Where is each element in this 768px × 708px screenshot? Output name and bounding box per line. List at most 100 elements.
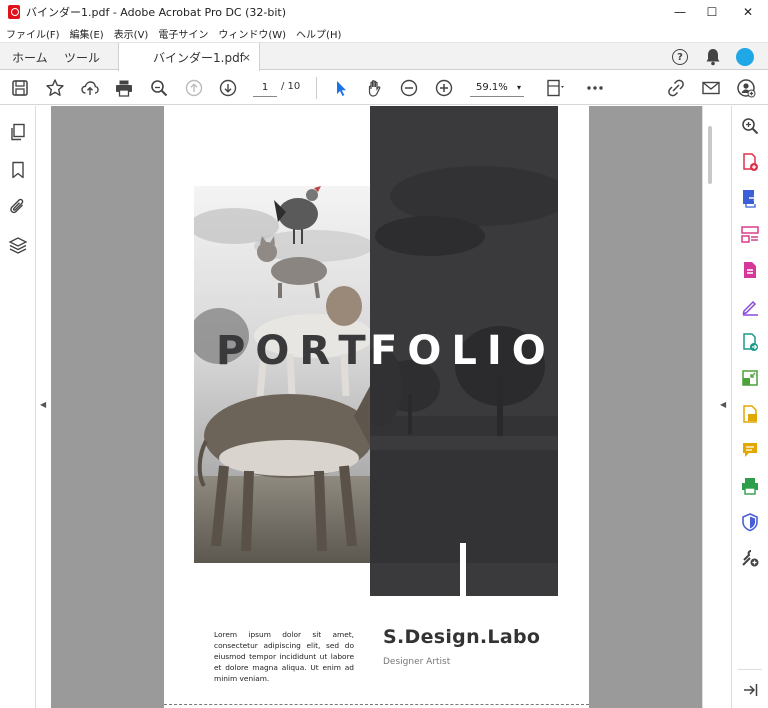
chevron-left-icon[interactable]: ◀ (720, 400, 726, 409)
zoom-in-button[interactable] (433, 78, 455, 98)
layers-icon (8, 237, 28, 254)
zoom-level-value: 59.1% (476, 82, 508, 93)
fill-sign-button[interactable] (740, 296, 760, 316)
pages-icon (11, 123, 25, 141)
title-bar: バインダー1.pdf - Adobe Acrobat Pro DC (32-bi… (0, 0, 768, 24)
left-navigation-rail (0, 106, 36, 708)
page-total: / 10 (281, 81, 301, 92)
protect-icon (742, 513, 758, 532)
menu-bar: ファイル(F) 編集(E) 表示(V) 電子サイン ウィンドウ(W) ヘルプ(H… (0, 24, 768, 42)
send-comments-button[interactable] (740, 404, 760, 424)
arrow-down-circle-icon (219, 79, 237, 97)
search-zoom-icon (151, 80, 168, 97)
email-button[interactable] (700, 78, 722, 98)
page-thumbnails-button[interactable] (8, 122, 28, 142)
pdf-page: PORT FOLIO Lorem ipsum dolor sit amet, c… (164, 106, 589, 708)
menu-view[interactable]: 表示(V) (114, 26, 149, 41)
tools-rail-divider (738, 669, 762, 670)
bookmark-icon (12, 161, 24, 179)
brand-role: Designer Artist (383, 657, 451, 667)
export-pdf-icon (743, 190, 759, 208)
create-pdf-icon (743, 153, 758, 171)
intro-paragraph: Lorem ipsum dolor sit amet, consectetur … (214, 630, 354, 683)
attachments-button[interactable] (8, 197, 28, 217)
minimize-button[interactable]: — (664, 0, 696, 24)
tab-close-icon[interactable]: × (242, 51, 251, 64)
hand-icon (368, 80, 381, 97)
next-page-button[interactable] (217, 78, 239, 98)
headline-folio: FOLIO (370, 328, 556, 374)
bookmarks-button[interactable] (8, 160, 28, 180)
chevron-down-icon: ▾ (516, 83, 521, 92)
send-comments-icon (743, 405, 757, 423)
more-tools-button[interactable] (740, 548, 760, 568)
menu-help[interactable]: ヘルプ(H) (296, 26, 341, 41)
edit-pdf-icon (744, 262, 756, 278)
zoom-level-select[interactable]: 59.1% ▾ (470, 79, 524, 97)
add-user-icon (737, 79, 756, 98)
zoom-out-button[interactable] (398, 78, 420, 98)
tab-document[interactable]: バインダー1.pdf × (118, 43, 260, 72)
organize-pages-icon (741, 226, 759, 243)
main-toolbar: 1 / 10 59.1% ▾ (0, 71, 768, 105)
toolbar-divider (316, 77, 317, 99)
comment-button[interactable] (740, 440, 760, 460)
close-button[interactable]: ✕ (732, 0, 764, 24)
print-button[interactable] (113, 78, 135, 98)
print-production-button[interactable] (740, 476, 760, 496)
notifications-button[interactable] (703, 47, 723, 67)
menu-window[interactable]: ウィンドウ(W) (218, 26, 286, 41)
find-button[interactable] (148, 78, 170, 98)
tools-rail (731, 106, 768, 708)
select-tool-button[interactable] (330, 78, 352, 98)
collapse-tools-button[interactable] (740, 680, 760, 700)
collapse-panel-icon (744, 684, 758, 696)
organize-pages-button[interactable] (740, 224, 760, 244)
account-avatar[interactable] (735, 47, 755, 67)
layers-button[interactable] (8, 235, 28, 255)
left-panel-toggle[interactable]: ◀ (37, 106, 51, 708)
menu-esign[interactable]: 電子サイン (158, 26, 208, 41)
tab-tools[interactable]: ツール (64, 43, 100, 71)
chevron-left-icon: ◀ (40, 400, 47, 409)
more-tools-icon (742, 550, 759, 567)
acrobat-logo-icon (8, 5, 20, 19)
bookmark-star-button[interactable] (44, 78, 66, 98)
edit-pdf-button[interactable] (740, 260, 760, 280)
accent-divider-bar (460, 543, 466, 596)
share-user-button[interactable] (735, 78, 757, 98)
brand-name: S.Design.Labo (383, 626, 541, 648)
more-tools-button[interactable] (584, 78, 606, 98)
upload-button[interactable] (79, 78, 101, 98)
avatar-icon (736, 48, 754, 66)
protect-button[interactable] (740, 512, 760, 532)
export-pdf-button[interactable] (740, 188, 760, 208)
create-pdf-button[interactable] (740, 152, 760, 172)
tab-document-label: バインダー1.pdf (153, 51, 244, 65)
page-fit-icon (547, 79, 564, 97)
fill-sign-icon (742, 300, 758, 316)
share-link-button[interactable] (665, 78, 687, 98)
combine-files-button[interactable] (740, 332, 760, 352)
page-boundary (164, 704, 589, 708)
attachment-icon (10, 198, 24, 214)
tab-home[interactable]: ホーム (12, 43, 48, 71)
zoom-search-button[interactable] (740, 116, 760, 136)
save-button[interactable] (9, 78, 31, 98)
previous-page-button[interactable] (183, 78, 205, 98)
more-horizontal-icon (587, 86, 603, 90)
compress-button[interactable] (740, 368, 760, 388)
combine-files-icon (743, 333, 758, 351)
right-panel-toggle-strip: ◀ (702, 106, 730, 708)
help-button[interactable]: ? (670, 47, 690, 67)
compress-icon (742, 370, 758, 386)
maximize-button[interactable]: ☐ (696, 0, 728, 24)
page-number-input[interactable]: 1 (253, 79, 277, 97)
hand-tool-button[interactable] (364, 78, 386, 98)
document-viewport[interactable]: PORT FOLIO Lorem ipsum dolor sit amet, c… (51, 106, 702, 708)
menu-edit[interactable]: 編集(E) (70, 26, 104, 41)
page-display-button[interactable] (540, 78, 570, 98)
menu-file[interactable]: ファイル(F) (6, 26, 60, 41)
comment-icon (743, 443, 757, 457)
vertical-scrollbar[interactable] (708, 126, 712, 184)
